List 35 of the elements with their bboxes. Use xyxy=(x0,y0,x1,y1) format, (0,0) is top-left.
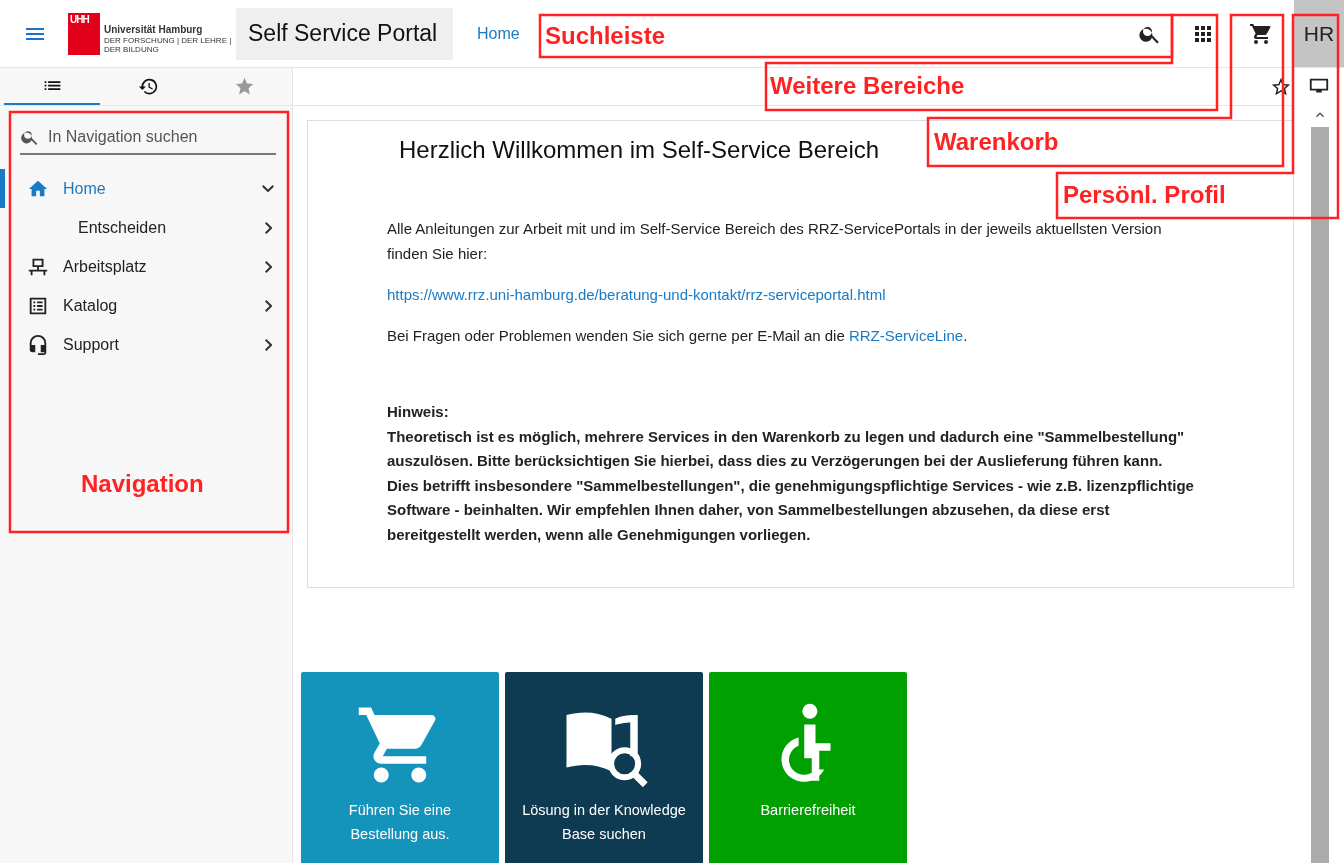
note-heading: Hinweis: xyxy=(387,402,450,422)
portal-title: Self Service Portal xyxy=(236,7,453,60)
note-text: Theoretisch ist es möglich, mehrere Services in den Warenkorb zu legen und dadurch eine "Sammelbestellung" auszulösen. Bitte berücksichtigen Sie hierbei, dass dies zu Verzögerungen bei der Auslieferung führen kann. Dies betrifft insbesondere "Sammelbestellungen", die genehmigungspflichtige Services - wie z.B. lizenzpflichtige Software - beinhalten. Wir empfehlen Ihnen daher, von Sammelbestellungen abzusehen, da diese erst bereitgestellt werden, wenn alle Genehmigungen vorliegen. xyxy=(387,426,1195,545)
logo-mark: UHH xyxy=(68,12,100,55)
nav-item[interactable]: Arbeitsplatz xyxy=(0,247,292,286)
chevron-right-icon xyxy=(264,338,272,351)
nav-item[interactable]: Support xyxy=(0,325,292,364)
shortcut-tile[interactable]: Führen Sie eine Bestellung aus. xyxy=(301,672,499,863)
nav-item[interactable]: Entscheiden xyxy=(0,208,292,247)
chevron-right-icon xyxy=(264,221,272,234)
intro-text: Alle Anleitungen zur Arbeit mit und im Self-Service Bereich des RRZ-ServicePortals in der jeweils aktuellsten Version finden Sie hier: xyxy=(387,219,1163,264)
annotation-label: Persönl. Profil xyxy=(1063,181,1226,209)
history-icon xyxy=(137,76,159,97)
breadcrumb-link[interactable]: Home xyxy=(477,24,520,43)
chevron-right-icon xyxy=(264,299,272,312)
annotation-label: Suchleiste xyxy=(545,22,666,50)
serviceline-link[interactable]: RRZ-ServiceLine xyxy=(848,327,964,344)
profile-button[interactable]: HR xyxy=(1294,0,1344,67)
chevron-down-icon xyxy=(262,184,274,193)
chevron-right-icon xyxy=(264,260,272,273)
nav-item[interactable]: Home xyxy=(0,169,292,208)
guide-link[interactable]: https://www.rrz.uni-hamburg.de/beratung-und-kontakt/rrz-serviceportal.html xyxy=(387,286,886,303)
page-heading: Herzlich Willkommen im Self-Service Bereich xyxy=(399,136,880,164)
cart-icon xyxy=(1249,21,1273,46)
headset-icon xyxy=(27,333,49,356)
shortcut-tile[interactable]: Lösung in der Knowledge Base suchen xyxy=(505,672,703,863)
nav-item[interactable]: Katalog xyxy=(0,286,292,325)
annotation-label: Warenkorb xyxy=(934,128,1059,156)
star-icon xyxy=(233,76,255,97)
annotation-label: Weitere Bereiche xyxy=(770,72,965,100)
annotation-label: Navigation xyxy=(81,470,204,498)
brand-tagline: DER FORSCHUNG | DER LEHRE | DER BILDUNG xyxy=(104,35,232,54)
navigation-search-field[interactable]: In Navigation suchen xyxy=(46,127,276,147)
contact-text: Bei Fragen oder Problemen wenden Sie sich gerne per E-Mail an die RRZ-ServiceLine. xyxy=(387,326,969,346)
brand-name: Universität Hamburg xyxy=(104,23,204,35)
